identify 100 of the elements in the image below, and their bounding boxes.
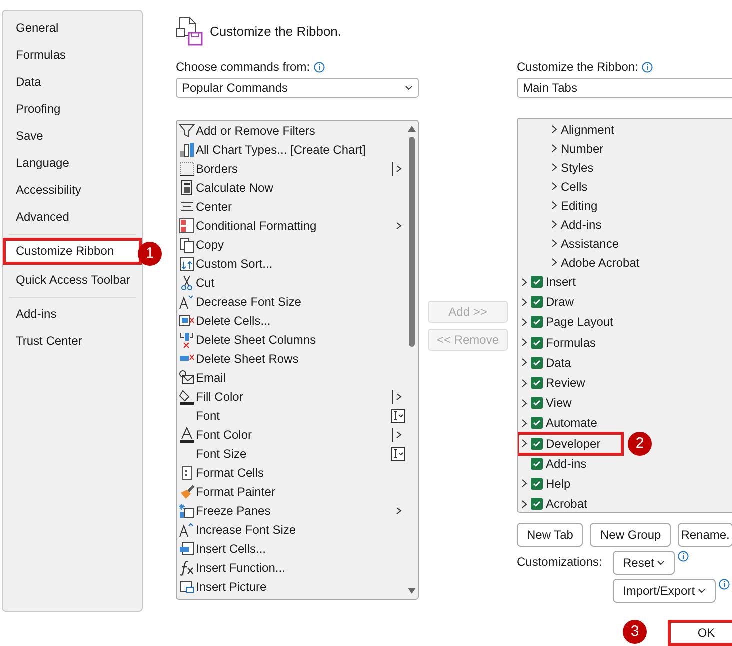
tree-item[interactable]: Insert (518, 272, 622, 292)
command-item[interactable]: Insert Picture (177, 577, 406, 596)
tree-item[interactable]: Data (518, 352, 622, 373)
command-item[interactable]: Custom Sort... (177, 254, 406, 273)
checkbox[interactable] (531, 377, 543, 390)
command-item[interactable]: Add or Remove Filters (177, 121, 406, 140)
tree-item[interactable]: Developer (518, 434, 622, 454)
command-item[interactable]: Freeze Panes (177, 501, 406, 520)
caret-icon (657, 560, 666, 566)
info-icon (642, 62, 654, 72)
sidebar-item[interactable]: Formulas (3, 42, 142, 69)
checkbox[interactable] (531, 397, 543, 410)
command-item[interactable]: Fill Color (177, 387, 406, 406)
sidebar-item[interactable]: Data (3, 69, 142, 96)
sidebar-item[interactable]: Advanced (3, 204, 142, 231)
chevron-icon (551, 125, 558, 134)
command-item[interactable]: Font Color (177, 425, 406, 444)
tree-item[interactable]: Add-ins (518, 215, 732, 234)
command-item[interactable]: Insert Function... (177, 558, 406, 577)
font-color-icon (179, 426, 195, 442)
tree-item[interactable]: Styles (518, 158, 732, 177)
command-item[interactable]: Decrease Font Size (177, 292, 406, 311)
command-item[interactable]: All Chart Types... [Create Chart] (177, 140, 406, 159)
import-export-button[interactable]: Import/Export (613, 579, 716, 603)
checkbox[interactable] (531, 296, 543, 308)
checkbox[interactable] (531, 276, 543, 288)
scroll-thumb[interactable] (409, 137, 415, 347)
tree-item[interactable]: Review (518, 372, 622, 394)
rename-button[interactable]: Rename. (678, 523, 732, 547)
tree-item[interactable]: Cells (518, 177, 732, 196)
sidebar-item[interactable]: Save (3, 123, 142, 150)
chevron-icon (551, 163, 558, 172)
tree-item[interactable]: Page Layout (518, 312, 622, 333)
checkbox[interactable] (531, 438, 543, 450)
sidebar-item[interactable]: Accessibility (3, 177, 142, 204)
step-badge: 2 (628, 432, 652, 456)
tree-item[interactable]: Add-ins (518, 454, 622, 474)
sort-icon (179, 256, 195, 272)
commands-dropdown[interactable]: Popular Commands (176, 78, 419, 98)
tree-item[interactable]: Draw (518, 292, 622, 312)
sidebar-item[interactable]: Proofing (3, 96, 142, 123)
command-item[interactable]: Delete Sheet Columns (177, 330, 406, 349)
command-item[interactable]: Conditional Formatting (177, 216, 406, 235)
checkbox[interactable] (531, 498, 543, 510)
chevron-icon (521, 439, 528, 448)
font-size-down-icon (179, 294, 195, 310)
sidebar-item[interactable]: General (3, 15, 142, 42)
checkbox[interactable] (531, 356, 543, 369)
command-item[interactable]: Center (177, 197, 406, 216)
command-item[interactable]: Email (177, 368, 406, 387)
sidebar-item[interactable]: Customize Ribbon (3, 238, 142, 265)
command-item[interactable]: Format Cells (177, 463, 406, 482)
command-item[interactable]: Increase Font Size (177, 520, 406, 539)
checkbox[interactable] (531, 417, 543, 430)
check-icon (533, 400, 541, 406)
checkbox[interactable] (531, 316, 543, 328)
tree-item[interactable]: Help (518, 474, 622, 494)
command-item[interactable]: Format Painter (177, 482, 406, 501)
command-item[interactable]: Delete Cells... (177, 311, 406, 330)
command-item[interactable]: Delete Sheet Rows (177, 349, 406, 368)
tree-item[interactable]: Number (518, 139, 732, 158)
ok-button[interactable]: OK (668, 620, 732, 646)
tree-item[interactable]: Alignment (518, 120, 732, 139)
tree-item[interactable]: Adobe Acrobat (518, 253, 732, 272)
chevron-icon (521, 338, 528, 348)
command-item[interactable]: Calculate Now (177, 178, 406, 197)
command-item[interactable]: Font Size (177, 444, 406, 463)
tree-item[interactable]: Assistance (518, 234, 732, 253)
command-item[interactable]: Borders (177, 159, 406, 178)
check-icon (533, 340, 541, 346)
sidebar-item[interactable]: Quick Access Toolbar (3, 267, 142, 294)
chevron-icon (521, 500, 528, 509)
tree-item[interactable]: Automate (518, 413, 622, 434)
command-item[interactable]: Insert Cells... (177, 539, 406, 558)
tree-item[interactable]: Editing (518, 196, 732, 215)
check-icon (533, 360, 541, 366)
text-field-icon (391, 408, 405, 422)
command-item[interactable]: Font (177, 406, 406, 425)
scroll-up-icon[interactable] (408, 126, 416, 132)
text-field-icon (391, 446, 405, 460)
new-tab-button[interactable]: New Tab (517, 523, 584, 547)
command-item[interactable]: Cut (177, 273, 406, 292)
sidebar-item[interactable]: Trust Center (3, 328, 142, 355)
sidebar-item[interactable]: Language (3, 150, 142, 177)
split-arrow-icon (392, 162, 404, 176)
scroll-down-icon[interactable] (408, 588, 416, 594)
tree-item[interactable]: View (518, 393, 622, 414)
freeze-panes-icon (179, 502, 195, 518)
reset-button[interactable]: Reset (613, 551, 676, 575)
checkbox[interactable] (531, 478, 543, 490)
checkbox[interactable] (531, 336, 543, 349)
sidebar-item[interactable]: Add-ins (3, 301, 142, 328)
tabs-dropdown[interactable]: Main Tabs (517, 78, 732, 98)
command-item[interactable]: Copy (177, 235, 406, 254)
checkbox[interactable] (531, 458, 543, 470)
check-icon (533, 319, 541, 326)
tree-item[interactable]: Formulas (518, 332, 622, 353)
new-group-button[interactable]: New Group (590, 523, 672, 547)
tree-item[interactable]: Acrobat (518, 494, 622, 512)
split-arrow-icon (392, 428, 404, 442)
